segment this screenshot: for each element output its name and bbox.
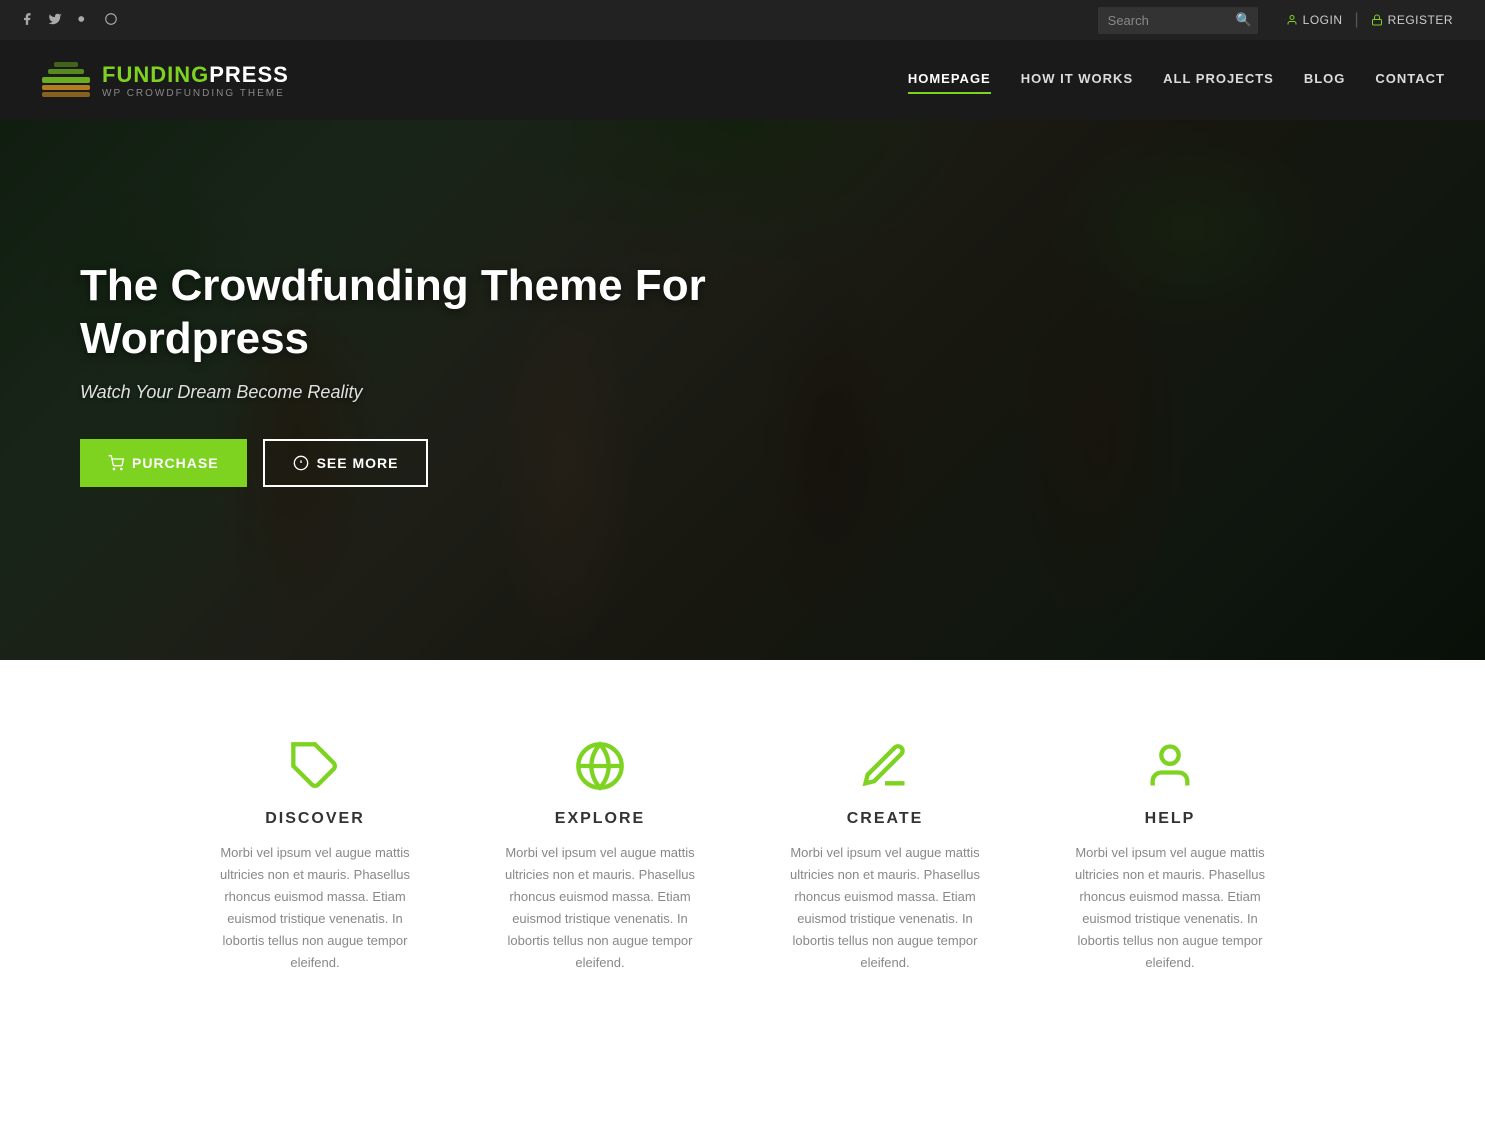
help-icon	[1068, 740, 1273, 792]
main-header: FUNDINGPRESS WP CROWDFUNDING THEME HOMEP…	[0, 40, 1485, 120]
skype-icon[interactable]	[104, 12, 118, 29]
explore-icon	[498, 740, 703, 792]
logo-icon	[40, 59, 92, 101]
facebook-icon[interactable]	[20, 12, 34, 29]
main-nav: HOMEPAGE HOW IT WORKS ALL PROJECTS BLOG …	[908, 71, 1445, 90]
register-link[interactable]: REGISTER	[1359, 13, 1465, 27]
feature-create: CREATE Morbi vel ipsum vel augue mattis …	[763, 720, 1008, 995]
social-links	[20, 12, 118, 29]
logo-text: FUNDINGPRESS WP CROWDFUNDING THEME	[102, 62, 289, 99]
purchase-button[interactable]: PURCHASE	[80, 439, 247, 487]
login-link[interactable]: LOGIN	[1274, 13, 1355, 27]
search-wrap: 🔍	[1098, 7, 1258, 34]
nav-all-projects[interactable]: ALL PROJECTS	[1163, 71, 1274, 90]
nav-homepage[interactable]: HOMEPAGE	[908, 71, 991, 90]
top-bar-right: 🔍 LOGIN | REGISTER	[1098, 7, 1465, 34]
cart-icon	[108, 455, 124, 471]
top-bar: 🔍 LOGIN | REGISTER	[0, 0, 1485, 40]
feature-explore: EXPLORE Morbi vel ipsum vel augue mattis…	[478, 720, 723, 995]
feature-help: HELP Morbi vel ipsum vel augue mattis ul…	[1048, 720, 1293, 995]
help-title: HELP	[1068, 810, 1273, 828]
nav-blog[interactable]: BLOG	[1304, 71, 1346, 90]
discover-title: DISCOVER	[213, 810, 418, 828]
search-button[interactable]: 🔍	[1235, 12, 1251, 28]
create-text: Morbi vel ipsum vel augue mattis ultrici…	[783, 842, 988, 975]
create-title: CREATE	[783, 810, 988, 828]
hero-section: The Crowdfunding Theme For Wordpress Wat…	[0, 120, 1485, 660]
discover-icon	[213, 740, 418, 792]
features-section: DISCOVER Morbi vel ipsum vel augue matti…	[0, 660, 1485, 1035]
search-input[interactable]	[1098, 7, 1258, 34]
nav-contact[interactable]: CONTACT	[1375, 71, 1445, 90]
features-grid: DISCOVER Morbi vel ipsum vel augue matti…	[193, 720, 1293, 995]
logo-subtitle: WP CROWDFUNDING THEME	[102, 88, 289, 99]
google-plus-icon[interactable]	[76, 12, 90, 29]
explore-title: EXPLORE	[498, 810, 703, 828]
hero-content: The Crowdfunding Theme For Wordpress Wat…	[0, 120, 1485, 487]
hero-subtitle: Watch Your Dream Become Reality	[80, 382, 1405, 403]
see-more-button[interactable]: SEE MORE	[263, 439, 429, 487]
help-text: Morbi vel ipsum vel augue mattis ultrici…	[1068, 842, 1273, 975]
auth-links: LOGIN | REGISTER	[1274, 11, 1465, 29]
create-icon	[783, 740, 988, 792]
info-icon	[293, 455, 309, 471]
explore-text: Morbi vel ipsum vel augue mattis ultrici…	[498, 842, 703, 975]
discover-text: Morbi vel ipsum vel augue mattis ultrici…	[213, 842, 418, 975]
twitter-icon[interactable]	[48, 12, 62, 29]
feature-discover: DISCOVER Morbi vel ipsum vel augue matti…	[193, 720, 438, 995]
nav-how-it-works[interactable]: HOW IT WORKS	[1021, 71, 1133, 90]
hero-buttons: PURCHASE SEE MORE	[80, 439, 1405, 487]
logo: FUNDINGPRESS WP CROWDFUNDING THEME	[40, 59, 289, 101]
hero-title: The Crowdfunding Theme For Wordpress	[80, 260, 780, 366]
